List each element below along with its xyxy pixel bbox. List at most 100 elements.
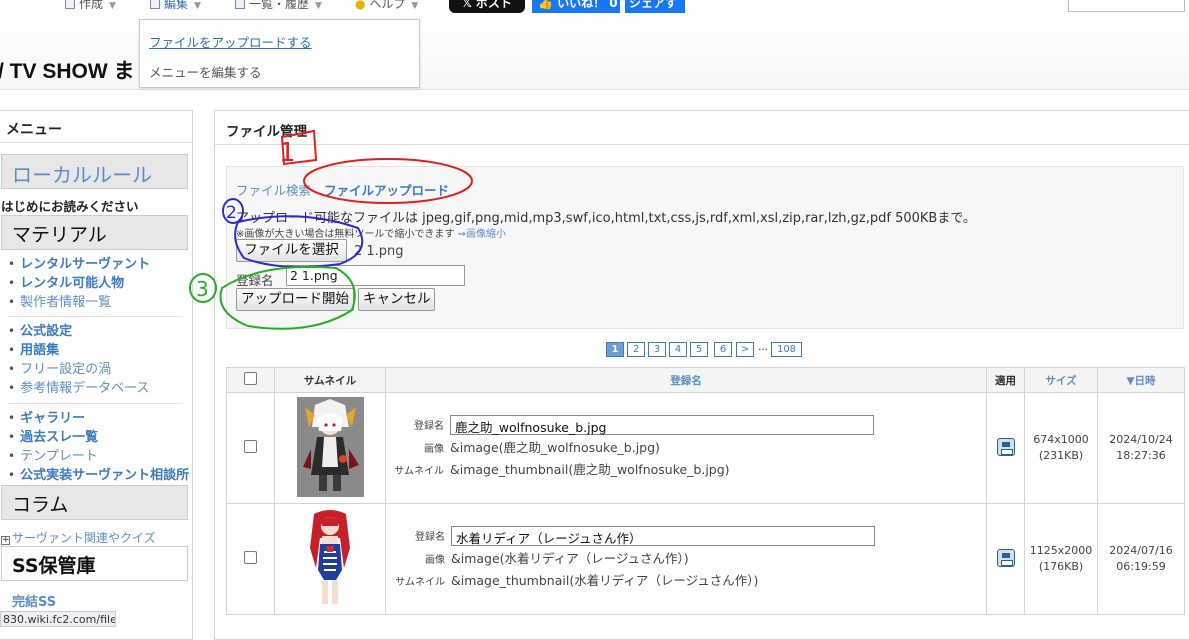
header-size[interactable]: サイズ bbox=[1024, 367, 1098, 393]
list-history-menu[interactable]: 一覧・履歴 ▼ bbox=[235, 0, 322, 12]
upload-panel: ファイル検索 ファイルアップロード アップロード可能なファイルは jpeg,gi… bbox=[226, 166, 1184, 329]
sidebar-item[interactable]: • フリー設定の渦 bbox=[8, 360, 149, 379]
page-title: ファイル管理 bbox=[226, 124, 307, 140]
apply-cell bbox=[986, 392, 1025, 504]
size-cell: 674x1000 (231KB) bbox=[1024, 392, 1098, 504]
page-6[interactable]: 6 bbox=[714, 342, 732, 357]
facebook-like-button[interactable]: 👍 いいね！ 0 bbox=[532, 0, 620, 13]
annotation-label-3: 3 bbox=[196, 277, 209, 301]
expand-icon[interactable]: + bbox=[1, 536, 10, 545]
sidebar-group-1: • レンタルサーヴァント • レンタル可能人物 • 製作者情報一覧 bbox=[8, 255, 150, 312]
reg-image-row: 画像 &image(水着リディア（レージュさん作）) bbox=[425, 551, 689, 566]
tab-file-upload[interactable]: ファイルアップロード bbox=[324, 180, 449, 199]
apply-cell bbox=[986, 503, 1025, 615]
thumbnail-code: &image_thumbnail(鹿之助_wolfnosuke_b.jpg) bbox=[450, 462, 730, 477]
local-rules-link[interactable]: ローカルルール bbox=[1, 154, 188, 189]
new-menu[interactable]: 作成 ▼ bbox=[65, 0, 116, 12]
new-page-icon bbox=[65, 0, 75, 9]
registration-cell: 登録名 鹿之助_wolfnosuke_b.jpg 画像 &image(鹿之助_wol… bbox=[385, 392, 987, 504]
chosen-file-name: 2 1.png bbox=[354, 244, 404, 259]
reg-name-row: 登録名 水着リディア（レージュさん作） bbox=[387, 526, 985, 548]
thumbnail-code: &image_thumbnail(水着リディア（レージュさん作）) bbox=[451, 573, 759, 588]
image-code: &image(鹿之助_wolfnosuke_b.jpg) bbox=[450, 440, 660, 455]
page-3[interactable]: 3 bbox=[648, 342, 666, 357]
page-1[interactable]: 1 bbox=[606, 342, 624, 357]
page-5[interactable]: 5 bbox=[690, 342, 708, 357]
sidebar-item[interactable]: • 過去スレ一覧 bbox=[8, 428, 189, 447]
resize-note: ※画像が大きい場合は無料ツールで縮小できます ⇒画像縮小 bbox=[236, 229, 506, 240]
header-name[interactable]: 登録名 bbox=[385, 367, 987, 393]
edit-menu[interactable]: 編集 ▼ bbox=[150, 0, 201, 12]
page-2[interactable]: 2 bbox=[627, 342, 645, 357]
reg-name-input[interactable]: 水着リディア（レージュさん作） bbox=[451, 526, 875, 546]
cancel-button[interactable]: キャンセル bbox=[358, 288, 435, 311]
reg-name-input[interactable]: 鹿之助_wolfnosuke_b.jpg bbox=[450, 415, 874, 435]
sidebar-item[interactable]: • 公式設定 bbox=[8, 322, 149, 341]
register-name-input[interactable]: 2 1.png bbox=[286, 265, 465, 286]
search-input[interactable] bbox=[1068, 0, 1185, 12]
resize-link[interactable]: ⇒画像縮小 bbox=[458, 229, 506, 240]
header-thumbnail: サムネイル bbox=[274, 367, 386, 393]
image-dimensions: 1125x2000 bbox=[1029, 544, 1093, 557]
reg-image-row: 画像 &image(鹿之助_wolfnosuke_b.jpg) bbox=[424, 440, 660, 455]
row-select-cell bbox=[226, 392, 275, 504]
thumbnail-cell bbox=[274, 503, 386, 615]
row-checkbox[interactable] bbox=[244, 440, 257, 453]
chevron-down-icon: ▼ bbox=[315, 1, 322, 11]
sidebar-item[interactable]: • 製作者情報一覧 bbox=[8, 293, 150, 312]
annotation-ring-3 bbox=[189, 273, 217, 303]
upload-file-menu-item[interactable]: ファイルをアップロードする bbox=[149, 32, 312, 51]
x-post-button[interactable]: 𝕏 ポスト bbox=[449, 0, 525, 13]
sidebar-item[interactable]: • レンタルサーヴァント bbox=[8, 255, 150, 274]
choose-file-button[interactable]: ファイルを選択 bbox=[236, 239, 347, 262]
page-4[interactable]: 4 bbox=[669, 342, 687, 357]
header-date[interactable]: ▼日時 bbox=[1097, 367, 1185, 393]
sidebar-item[interactable]: • テンプレート bbox=[8, 447, 189, 466]
main-panel: ファイル管理 ファイル検索 ファイルアップロード アップロード可能なファイルは … bbox=[214, 110, 1189, 640]
thumbnail-image[interactable] bbox=[300, 507, 360, 608]
next-page[interactable]: > bbox=[736, 342, 754, 357]
edit-menu-menu-item[interactable]: メニューを編集する bbox=[149, 62, 262, 81]
select-all-checkbox[interactable] bbox=[244, 372, 257, 385]
sidebar-item[interactable]: • 参考情報データベース bbox=[8, 379, 149, 398]
thumbnail-image[interactable] bbox=[296, 396, 364, 497]
date-cell: 2024/07/16 06:19:59 bbox=[1097, 503, 1185, 615]
reg-name-row: 登録名 鹿之助_wolfnosuke_b.jpg bbox=[386, 415, 985, 437]
sidebar-item[interactable]: • 公式実装サーヴァント相談所 bbox=[8, 466, 189, 485]
allowed-file-types: アップロード可能なファイルは jpeg,gif,png,mid,mp3,swf,… bbox=[236, 211, 976, 226]
chevron-down-icon: ▼ bbox=[411, 1, 419, 11]
file-table: サムネイル 登録名 適用 サイズ ▼日時 登録名 鹿之助_wolfnosuke_… bbox=[226, 367, 1185, 615]
sidebar-item[interactable]: • 用語集 bbox=[8, 341, 149, 360]
size-cell: 1125x2000 (176KB) bbox=[1024, 503, 1098, 615]
table-row: 登録名 水着リディア（レージュさん作） 画像 &image(水着リディア（レージュさ… bbox=[226, 503, 1185, 615]
sidebar-item[interactable]: • ギャラリー bbox=[8, 409, 189, 428]
facebook-share-button[interactable]: シェアする bbox=[625, 0, 685, 13]
sidebar-item[interactable]: • レンタル可能人物 bbox=[8, 274, 150, 293]
tab-file-search[interactable]: ファイル検索 bbox=[236, 180, 311, 199]
help-menu[interactable]: ● ヘルプ ▼ bbox=[355, 0, 418, 12]
status-bar-url: 830.wiki.fc2.com/file/ bbox=[0, 611, 116, 627]
top-toolbar: ▼ 作成▼ 編集▼ 一覧・履歴▼ ● ヘルプ▼ 𝕏 ポスト 👍 いいね！ 0 シ… bbox=[0, 0, 1189, 15]
completed-ss-link[interactable]: 完結SS bbox=[12, 591, 56, 610]
left-sidebar: メニュー ローカルルール はじめにお読みください マテリアル • レンタルサーヴァ… bbox=[0, 110, 193, 640]
save-icon[interactable] bbox=[996, 437, 1015, 456]
select-all-cell bbox=[226, 367, 275, 393]
table-row: 登録名 鹿之助_wolfnosuke_b.jpg 画像 &image(鹿之助_wol… bbox=[226, 392, 1185, 504]
reg-thumb-row: サムネイル &image_thumbnail(水着リディア（レージュさん作）) bbox=[395, 573, 759, 588]
save-icon[interactable] bbox=[996, 548, 1015, 567]
upload-start-button[interactable]: アップロード開始 bbox=[236, 288, 354, 311]
upload-time: 06:19:59 bbox=[1116, 560, 1166, 573]
header-apply: 適用 bbox=[986, 367, 1025, 393]
last-page[interactable]: 108 bbox=[771, 342, 802, 357]
registration-cell: 登録名 水着リディア（レージュさん作） 画像 &image(水着リディア（レージュさ… bbox=[385, 503, 987, 615]
thumbnail-cell bbox=[274, 392, 386, 504]
ss-archive-heading: SS保管庫 bbox=[1, 546, 188, 581]
image-dimensions: 674x1000 bbox=[1033, 433, 1089, 446]
upload-date: 2024/10/24 bbox=[1109, 433, 1173, 446]
date-cell: 2024/10/24 18:27:36 bbox=[1097, 392, 1185, 504]
list-icon bbox=[235, 0, 245, 9]
edit-icon bbox=[150, 0, 160, 9]
row-checkbox[interactable] bbox=[244, 551, 257, 564]
read-first-link[interactable]: はじめにお読みください bbox=[1, 196, 139, 215]
servant-quiz-link[interactable]: + サーヴァント関連やクイズ bbox=[1, 529, 156, 546]
